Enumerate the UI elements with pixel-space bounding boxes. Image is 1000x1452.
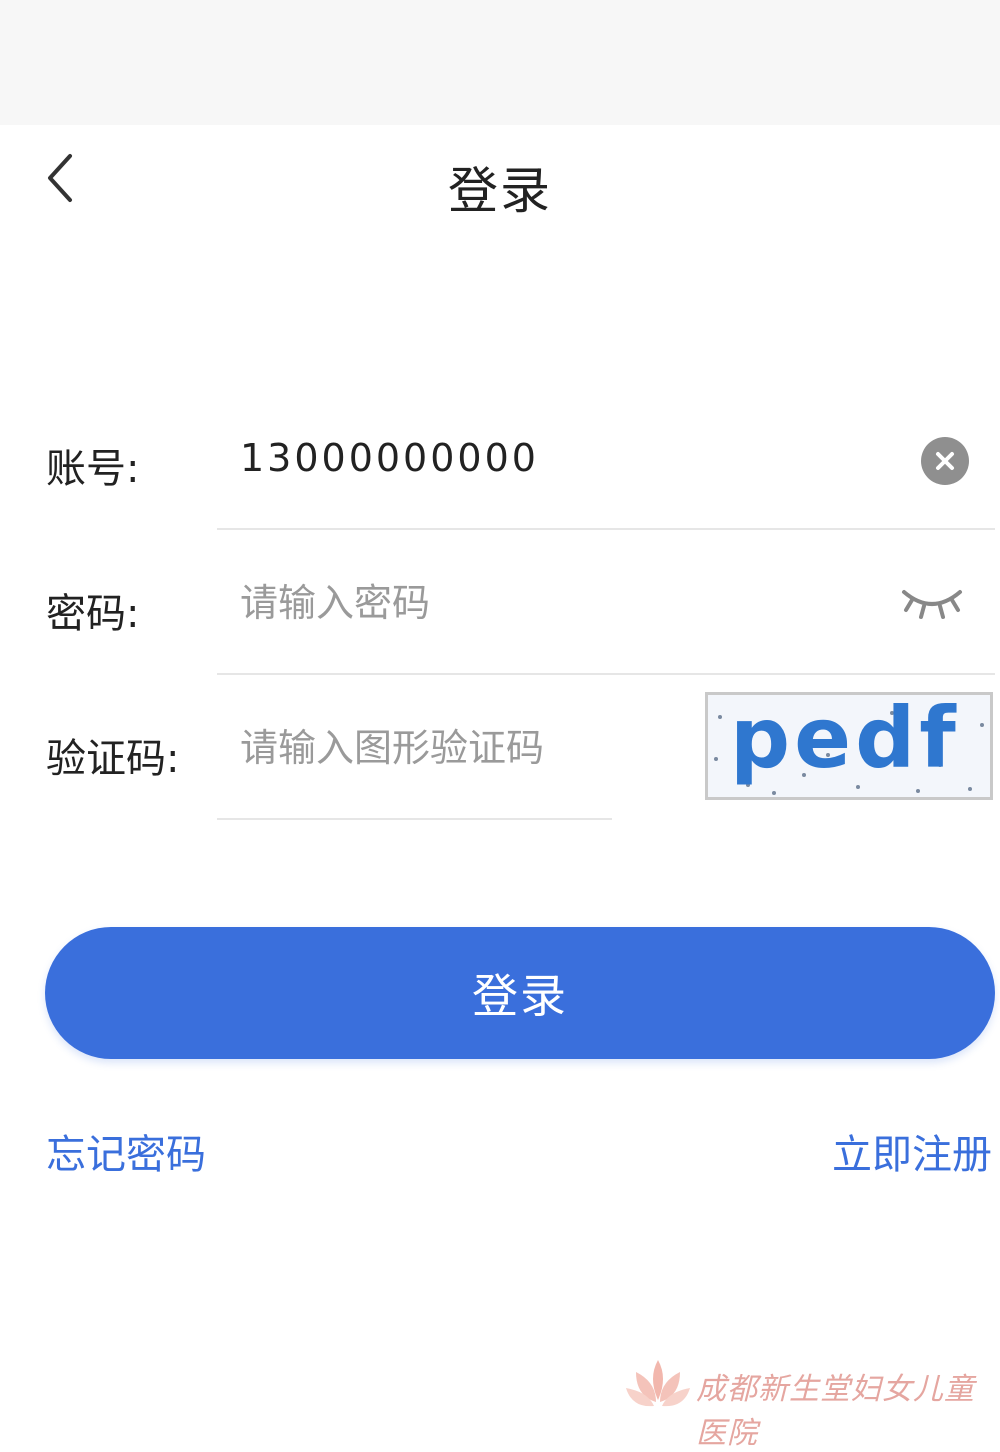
- login-button[interactable]: 登录: [45, 927, 995, 1059]
- register-link[interactable]: 立即注册: [832, 1122, 992, 1180]
- captcha-label: 验证码:: [46, 736, 180, 782]
- password-input[interactable]: [240, 581, 860, 625]
- password-divider: [217, 673, 995, 675]
- captcha-text: pedf: [730, 692, 960, 787]
- forgot-password-link[interactable]: 忘记密码: [46, 1122, 206, 1180]
- account-divider: [217, 528, 995, 530]
- password-visibility-toggle[interactable]: [898, 582, 966, 626]
- eye-closed-icon: [902, 590, 962, 619]
- lotus-logo-icon: [626, 1360, 690, 1407]
- account-input[interactable]: [240, 436, 880, 480]
- nav-bar: 登录: [0, 125, 1000, 235]
- account-label: 账号:: [46, 446, 140, 492]
- password-label: 密码:: [46, 591, 140, 637]
- clear-account-button[interactable]: [921, 437, 969, 485]
- captcha-image[interactable]: pedf: [705, 692, 993, 800]
- status-bar: [0, 0, 1000, 125]
- page-title: 登录: [448, 162, 552, 220]
- captcha-divider: [217, 818, 612, 820]
- watermark-text: 成都新生堂妇女儿童医院: [696, 1372, 975, 1451]
- clear-circle-icon: [936, 452, 954, 470]
- captcha-input[interactable]: [240, 726, 610, 770]
- hospital-watermark: 成都新生堂妇女儿童医院: [622, 1352, 1000, 1451]
